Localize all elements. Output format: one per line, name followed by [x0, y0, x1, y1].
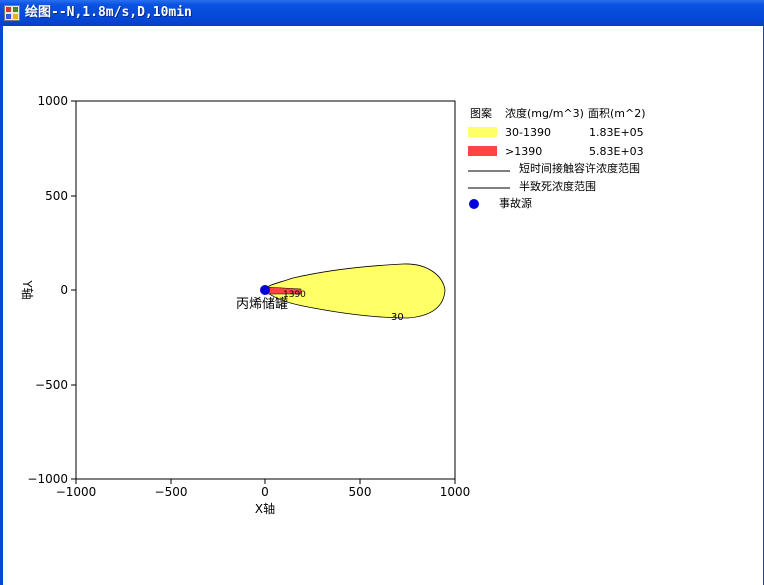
- legend-source-marker: [469, 199, 479, 209]
- y-axis-ticks: [71, 100, 76, 480]
- x-axis-ticks: [75, 479, 456, 484]
- dispersion-plot: −1000 −500 0 500 1000 1000 500 0 −500 −1…: [20, 94, 510, 516]
- legend-area-high: 5.83E+03: [589, 145, 644, 158]
- client-area: −1000 −500 0 500 1000 1000 500 0 −500 −1…: [3, 26, 763, 585]
- legend-swatch-high: [468, 146, 497, 156]
- title-bar[interactable]: 绘图--N,1.8m/s,D,10min: [0, 0, 764, 26]
- x-axis-label: X轴: [255, 501, 275, 516]
- legend-source-label: 事故源: [499, 197, 532, 210]
- x-tick-label: −1000: [56, 485, 97, 499]
- accident-source-marker: [260, 285, 270, 295]
- x-tick-label: 0: [261, 485, 269, 499]
- x-tick-label: 1000: [440, 485, 471, 499]
- y-axis-label: Y轴: [20, 279, 35, 299]
- y-tick-label: 500: [45, 189, 68, 203]
- legend-half-lethal-label: 半致死浓度范围: [519, 180, 596, 193]
- y-tick-label: −1000: [27, 472, 68, 486]
- legend-range-high: >1390: [505, 145, 543, 158]
- y-tick-label: 1000: [37, 94, 68, 108]
- legend-swatch-low: [468, 127, 497, 137]
- y-tick-label: 0: [60, 283, 68, 297]
- x-tick-label: 500: [349, 485, 372, 499]
- source-label: 丙烯储罐: [236, 297, 288, 312]
- legend-range-low: 30-1390: [505, 126, 551, 139]
- contour-label-low: 30: [391, 312, 404, 323]
- legend-area-low: 1.83E+05: [589, 126, 644, 139]
- legend-short-term-label: 短时间接触容许浓度范围: [519, 162, 640, 175]
- y-tick-label: −500: [35, 378, 68, 392]
- x-tick-label: −500: [155, 485, 188, 499]
- legend-header-pattern: 图案: [470, 107, 492, 120]
- window-title: 绘图--N,1.8m/s,D,10min: [25, 5, 192, 20]
- legend-header-concentration: 浓度(mg/m^3): [505, 107, 584, 120]
- legend-header-area: 面积(m^2): [588, 107, 646, 120]
- app-window-icon[interactable]: [4, 5, 20, 21]
